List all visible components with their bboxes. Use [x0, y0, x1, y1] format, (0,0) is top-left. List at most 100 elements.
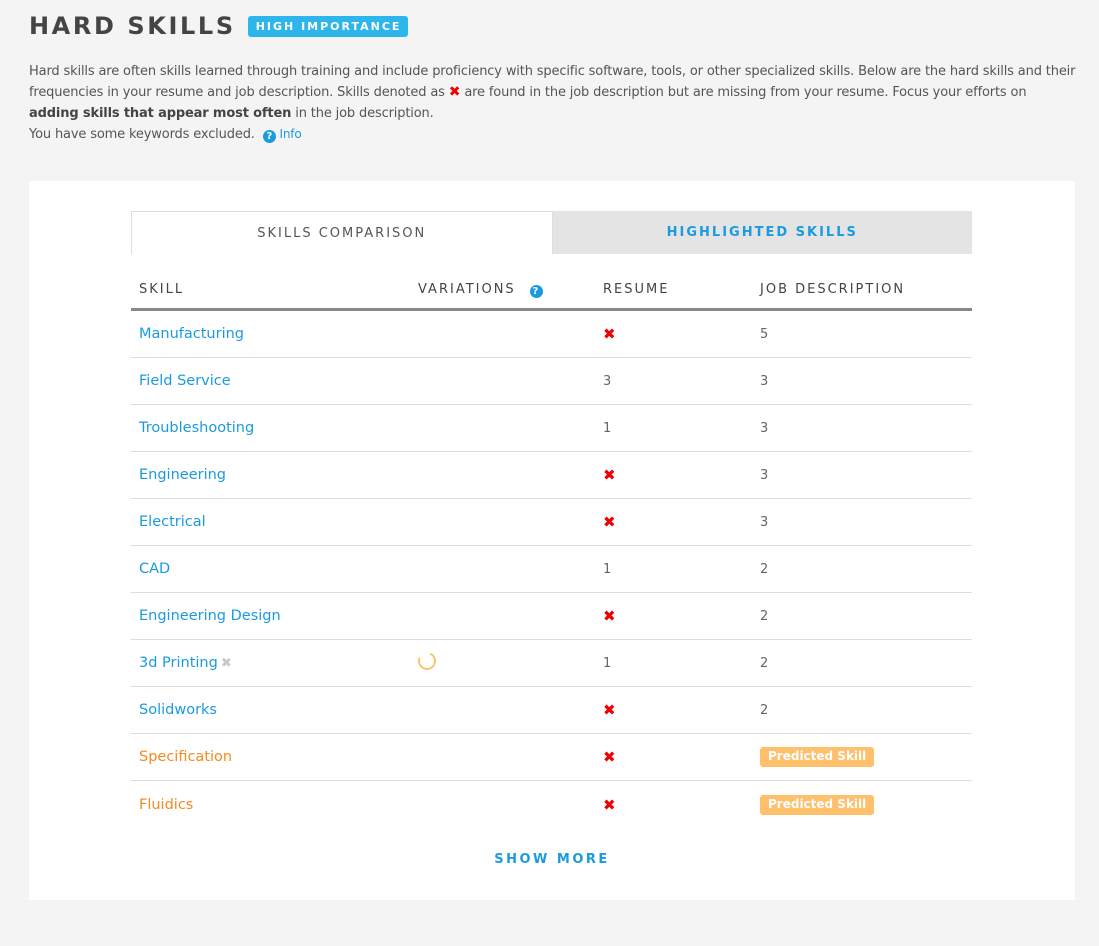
- header-job-description: JOB DESCRIPTION: [760, 282, 906, 297]
- job-description-cell: 2: [760, 561, 972, 577]
- remove-skill-icon[interactable]: ✖: [221, 656, 232, 671]
- info-link[interactable]: ? Info: [262, 127, 302, 143]
- tab-bar: SKILLS COMPARISON HIGHLIGHTED SKILLS: [131, 211, 972, 254]
- job-description-cell: 3: [760, 420, 972, 436]
- table-row: Specification ✖ Predicted Skill: [131, 734, 972, 781]
- table-row: Solidworks ✖ 2: [131, 687, 972, 734]
- variations-help-icon[interactable]: ?: [529, 284, 543, 298]
- resume-cell: 3: [603, 373, 760, 389]
- table-row: Electrical ✖ 3: [131, 499, 972, 546]
- table-row: 3d Printing ✖ 1 2: [131, 640, 972, 687]
- resume-cell: ✖: [603, 513, 760, 531]
- missing-x-icon: ✖: [448, 84, 461, 100]
- skill-link[interactable]: Solidworks: [139, 702, 217, 718]
- job-description-cell: 3: [760, 373, 972, 389]
- job-count: 3: [760, 421, 769, 436]
- table-row: Engineering Design ✖ 2: [131, 593, 972, 640]
- page-title: HARD SKILLS: [29, 12, 236, 40]
- job-count: 2: [760, 703, 769, 718]
- job-count: 3: [760, 515, 769, 530]
- header-resume: RESUME: [603, 282, 670, 297]
- table-row: Fluidics ✖ Predicted Skill: [131, 781, 972, 828]
- resume-cell: 1: [603, 420, 760, 436]
- resume-cell: 1: [603, 561, 760, 577]
- job-description-cell: Predicted Skill: [760, 747, 972, 767]
- skill-cell: CAD: [131, 561, 418, 577]
- intro-bold: adding skills that appear most often: [29, 106, 292, 121]
- job-count: 2: [760, 609, 769, 624]
- job-description-cell: 5: [760, 326, 972, 342]
- variations-cell: [415, 649, 603, 674]
- predicted-skill-badge: Predicted Skill: [760, 794, 875, 815]
- job-description-cell: Predicted Skill: [760, 794, 972, 815]
- skills-card: SKILLS COMPARISON HIGHLIGHTED SKILLS SKI…: [29, 181, 1075, 900]
- skill-link[interactable]: Field Service: [139, 373, 231, 389]
- table-row: CAD 1 2: [131, 546, 972, 593]
- table-row: Field Service 3 3: [131, 358, 972, 405]
- missing-x-icon: ✖: [603, 795, 616, 814]
- job-count: 3: [760, 374, 769, 389]
- header-variations-label: VARIATIONS: [418, 281, 516, 297]
- intro-text: Hard skills are often skills learned thr…: [29, 61, 1079, 145]
- job-description-cell: 3: [760, 467, 972, 483]
- resume-count: 1: [603, 421, 612, 436]
- resume-cell: ✖: [603, 466, 760, 484]
- skill-link[interactable]: Engineering: [139, 467, 226, 483]
- excluded-line: You have some keywords excluded. ? Info: [29, 124, 1079, 145]
- resume-cell: ✖: [603, 796, 760, 814]
- resume-count: 3: [603, 374, 612, 389]
- section-header: HARD SKILLS HIGH IMPORTANCE: [29, 12, 409, 40]
- header-variations: VARIATIONS ?: [418, 282, 603, 298]
- skill-link[interactable]: Engineering Design: [139, 608, 281, 624]
- excluded-text: You have some keywords excluded.: [29, 127, 255, 142]
- job-description-cell: 3: [760, 514, 972, 530]
- resume-cell: ✖: [603, 607, 760, 625]
- resume-count: 1: [603, 562, 612, 577]
- skill-link[interactable]: Troubleshooting: [139, 420, 254, 436]
- missing-x-icon: ✖: [603, 513, 616, 531]
- skill-cell: Specification: [131, 749, 418, 765]
- resume-cell: ✖: [603, 325, 760, 343]
- job-description-cell: 2: [760, 702, 972, 718]
- skill-cell: Engineering Design: [131, 608, 418, 624]
- skills-table: SKILL VARIATIONS ? RESUME JOB DESCRIPTIO…: [131, 271, 972, 828]
- skill-cell: Troubleshooting: [131, 420, 418, 436]
- tab-highlighted-skills[interactable]: HIGHLIGHTED SKILLS: [552, 211, 972, 254]
- header-skill: SKILL: [139, 282, 185, 297]
- skill-cell: 3d Printing ✖: [131, 655, 418, 671]
- show-more-button[interactable]: SHOW MORE: [29, 852, 1075, 867]
- skill-cell: Electrical: [131, 514, 418, 530]
- skill-link[interactable]: Specification: [139, 749, 232, 765]
- intro-part2: are found in the job description but are…: [460, 85, 1027, 100]
- missing-x-icon: ✖: [603, 607, 616, 625]
- loading-spinner-icon: [415, 649, 439, 673]
- missing-x-icon: ✖: [603, 748, 616, 766]
- table-row: Engineering ✖ 3: [131, 452, 972, 499]
- info-label: Info: [279, 127, 302, 141]
- resume-count: 1: [603, 656, 612, 671]
- job-count: 3: [760, 468, 769, 483]
- skill-link[interactable]: CAD: [139, 561, 170, 577]
- help-icon: ?: [262, 130, 276, 143]
- skill-cell: Field Service: [131, 373, 418, 389]
- skill-link[interactable]: Manufacturing: [139, 326, 244, 342]
- resume-cell: ✖: [603, 701, 760, 719]
- table-row: Manufacturing ✖ 5: [131, 311, 972, 358]
- tab-skills-comparison[interactable]: SKILLS COMPARISON: [131, 211, 553, 254]
- skill-cell: Fluidics: [131, 797, 418, 813]
- table-header: SKILL VARIATIONS ? RESUME JOB DESCRIPTIO…: [131, 271, 972, 311]
- skill-cell: Manufacturing: [131, 326, 418, 342]
- predicted-skill-badge: Predicted Skill: [760, 747, 875, 767]
- skill-link[interactable]: Electrical: [139, 514, 206, 530]
- resume-cell: ✖: [603, 748, 760, 766]
- skill-link[interactable]: 3d Printing: [139, 655, 218, 671]
- table-row: Troubleshooting 1 3: [131, 405, 972, 452]
- job-description-cell: 2: [760, 608, 972, 624]
- job-description-cell: 2: [760, 655, 972, 671]
- job-count: 5: [760, 327, 769, 342]
- skill-link[interactable]: Fluidics: [139, 797, 193, 813]
- skill-cell: Solidworks: [131, 702, 418, 718]
- skill-cell: Engineering: [131, 467, 418, 483]
- intro-part3: in the job description.: [291, 106, 434, 121]
- job-count: 2: [760, 562, 769, 577]
